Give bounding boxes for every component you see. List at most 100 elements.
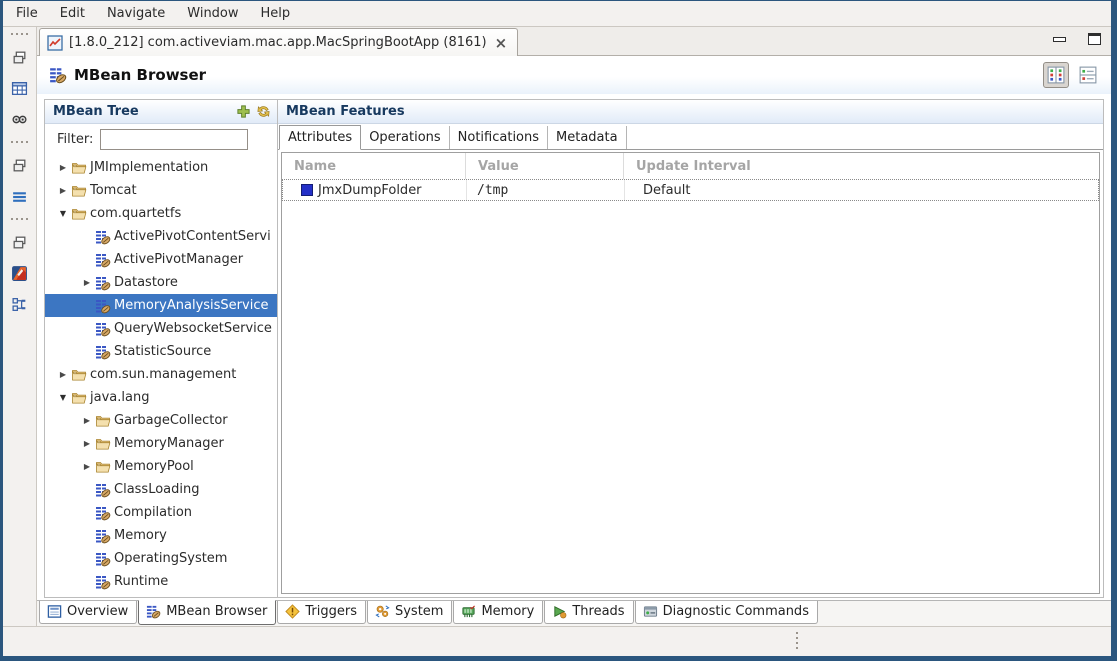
mbean-features-panel: MBean Features Attributes Operations Not… xyxy=(278,99,1104,598)
folder-icon xyxy=(71,206,87,222)
tab-notifications[interactable]: Notifications xyxy=(450,126,548,149)
folder-icon xyxy=(95,459,111,475)
tree-item[interactable]: Memory xyxy=(45,524,277,547)
tree-item[interactable]: com.sun.management xyxy=(45,363,277,386)
menu-navigate[interactable]: Navigate xyxy=(96,3,176,24)
column-header-name[interactable]: Name xyxy=(282,153,466,179)
jvm-view-button[interactable] xyxy=(9,262,31,284)
collapse-arrow-icon[interactable] xyxy=(79,439,95,448)
folder-icon xyxy=(71,390,87,406)
close-tab-icon[interactable]: × xyxy=(493,36,510,50)
tab-threads[interactable]: Threads xyxy=(544,601,633,624)
tab-metadata[interactable]: Metadata xyxy=(548,126,627,149)
records-view-button[interactable] xyxy=(9,108,31,130)
collapse-arrow-icon[interactable] xyxy=(79,462,95,471)
toolbar-grip[interactable] xyxy=(11,33,29,35)
threads-icon xyxy=(552,604,567,619)
tab-memory[interactable]: Memory xyxy=(453,601,543,624)
maximize-icon[interactable] xyxy=(1088,33,1101,45)
collapse-arrow-icon[interactable] xyxy=(79,416,95,425)
tree-item[interactable]: Tomcat xyxy=(45,179,277,202)
tab-triggers[interactable]: Triggers xyxy=(277,601,366,624)
mbean-icon xyxy=(95,321,111,337)
tree-item[interactable]: java.lang xyxy=(45,386,277,409)
tree-item[interactable]: StatisticSource xyxy=(45,340,277,363)
outline-view-button[interactable] xyxy=(9,293,31,315)
tree-item[interactable]: Datastore xyxy=(45,271,277,294)
refresh-icon[interactable] xyxy=(256,104,271,119)
attribute-update-interval[interactable]: Default xyxy=(625,180,1098,200)
mbean-icon xyxy=(95,505,111,521)
folder-icon xyxy=(95,436,111,452)
restore-view-button[interactable] xyxy=(9,154,31,176)
jvm-logo-icon xyxy=(11,265,28,282)
attribute-value[interactable]: /tmp xyxy=(467,180,625,200)
collapse-arrow-icon[interactable] xyxy=(55,186,71,195)
expand-arrow-icon[interactable] xyxy=(55,393,71,402)
menu-bar: File Edit Navigate Window Help xyxy=(3,1,1111,27)
restore-view-button[interactable] xyxy=(9,231,31,253)
table-row[interactable]: JmxDumpFolder /tmp Default xyxy=(282,179,1099,201)
toolbar-grip[interactable] xyxy=(11,141,29,143)
menu-window[interactable]: Window xyxy=(176,3,249,24)
triggers-icon xyxy=(285,604,300,619)
features-tab-bar: Attributes Operations Notifications Meta… xyxy=(278,124,1103,150)
restore-window-icon xyxy=(11,157,28,174)
tab-operations[interactable]: Operations xyxy=(361,126,449,149)
filter-input[interactable] xyxy=(100,129,248,150)
tree-item[interactable]: JMImplementation xyxy=(45,156,277,179)
tree-item[interactable]: com.quartetfs xyxy=(45,202,277,225)
add-icon[interactable] xyxy=(236,104,251,119)
mbean-icon xyxy=(95,344,111,360)
tree-item[interactable]: ClassLoading xyxy=(45,478,277,501)
tree-item[interactable]: MemoryPool xyxy=(45,455,277,478)
vertical-layout-button[interactable] xyxy=(1043,62,1069,88)
list-bars-icon xyxy=(11,188,28,205)
tree-item[interactable]: MemoryManager xyxy=(45,432,277,455)
tree-item[interactable]: GarbageCollector xyxy=(45,409,277,432)
records-icon xyxy=(11,111,28,128)
tree-item[interactable]: QueryWebsocketService xyxy=(45,317,277,340)
tree-item[interactable]: Runtime xyxy=(45,570,277,593)
folder-icon xyxy=(71,160,87,176)
page-header: MBean Browser xyxy=(37,56,1111,94)
collapse-arrow-icon[interactable] xyxy=(79,278,95,287)
menu-help[interactable]: Help xyxy=(250,3,302,24)
memory-icon xyxy=(461,604,476,619)
collapse-arrow-icon[interactable] xyxy=(55,163,71,172)
editor-tab[interactable]: [1.8.0_212] com.activeviam.mac.app.MacSp… xyxy=(39,28,518,56)
expand-arrow-icon[interactable] xyxy=(55,209,71,218)
table-icon xyxy=(11,80,28,97)
menu-edit[interactable]: Edit xyxy=(49,3,96,24)
tree-item[interactable]: OperatingSystem xyxy=(45,547,277,570)
tab-mbean-browser[interactable]: MBean Browser xyxy=(138,600,276,625)
mbean-features-header: MBean Features xyxy=(278,100,1103,124)
tab-attributes[interactable]: Attributes xyxy=(279,125,361,150)
restore-window-icon xyxy=(11,234,28,251)
minimize-icon[interactable] xyxy=(1053,37,1066,42)
tree-item[interactable]: ActivePivotManager xyxy=(45,248,277,271)
filter-row: Filter: xyxy=(45,124,277,154)
overview-icon xyxy=(47,604,62,619)
mbean-tree: JMImplementation Tomcat com.quartetfs Ac… xyxy=(45,154,277,597)
table-view-button[interactable] xyxy=(9,77,31,99)
tree-item-selected[interactable]: MemoryAnalysisService xyxy=(45,294,277,317)
column-header-value[interactable]: Value xyxy=(466,153,624,179)
tab-diagnostic-commands[interactable]: Diagnostic Commands xyxy=(635,601,818,624)
status-drag-handle[interactable] xyxy=(796,632,798,651)
restore-view-button[interactable] xyxy=(9,46,31,68)
tree-item[interactable]: Compilation xyxy=(45,501,277,524)
collapse-arrow-icon[interactable] xyxy=(55,370,71,379)
mbean-icon xyxy=(95,528,111,544)
table-header: Name Value Update Interval xyxy=(282,153,1099,179)
side-toolbar xyxy=(3,27,37,626)
list-view-button[interactable] xyxy=(9,185,31,207)
menu-file[interactable]: File xyxy=(5,3,49,24)
tab-overview[interactable]: Overview xyxy=(39,601,137,624)
toolbar-grip[interactable] xyxy=(11,218,29,220)
mbean-icon xyxy=(95,551,111,567)
tree-item[interactable]: ActivePivotContentServi xyxy=(45,225,277,248)
column-header-update-interval[interactable]: Update Interval xyxy=(624,153,1099,179)
tab-system[interactable]: System xyxy=(367,601,452,624)
horizontal-layout-button[interactable] xyxy=(1075,62,1101,88)
